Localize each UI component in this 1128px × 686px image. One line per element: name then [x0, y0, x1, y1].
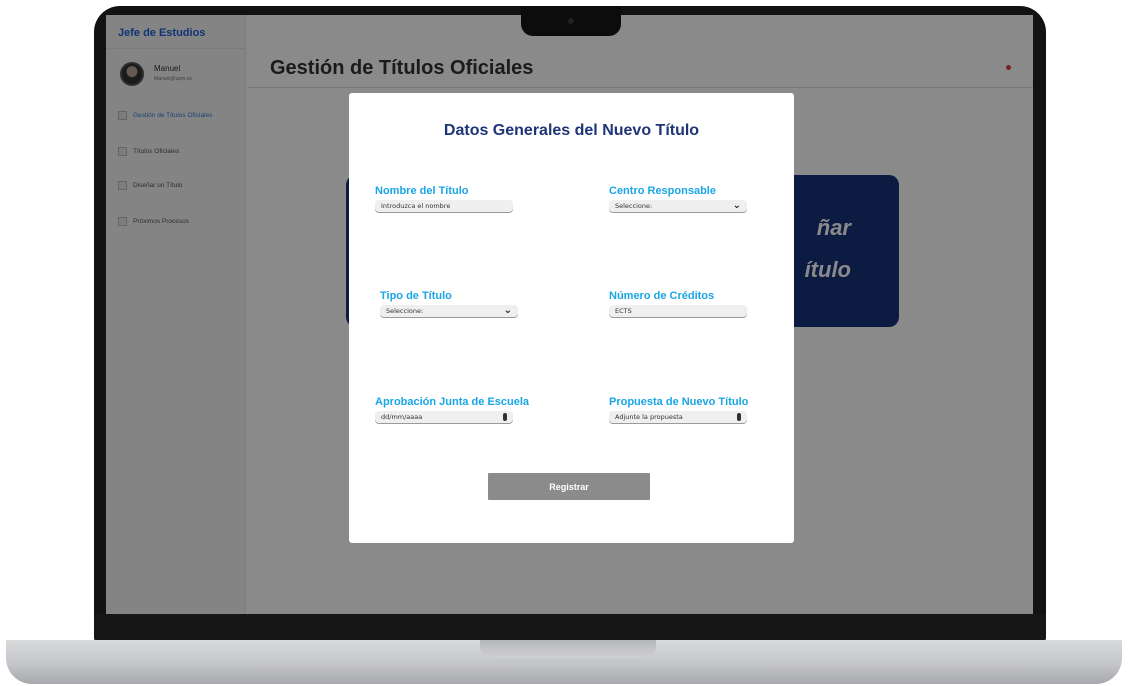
propuesta-placeholder: Adjunte la propuesta: [615, 413, 683, 421]
paperclip-icon[interactable]: [737, 413, 741, 421]
nombre-label: Nombre del Título: [375, 185, 469, 197]
nombre-input[interactable]: Introduzca el nombre: [375, 200, 513, 212]
new-title-modal: Datos Generales del Nuevo Título Nombre …: [349, 93, 794, 543]
register-button[interactable]: Registrar: [488, 473, 650, 500]
creditos-placeholder: ECTS: [615, 307, 632, 315]
modal-title: Datos Generales del Nuevo Título: [443, 122, 700, 139]
aprobacion-placeholder: dd/mm/aaaa: [381, 413, 423, 421]
aprobacion-label: Aprobación Junta de Escuela: [375, 396, 530, 408]
tipo-value: Seleccione:: [386, 307, 424, 315]
propuesta-label: Propuesta de Nuevo Título: [609, 396, 749, 408]
centro-select[interactable]: Seleccione: ⌄: [609, 200, 747, 212]
nombre-placeholder: Introduzca el nombre: [381, 202, 451, 210]
creditos-label: Número de Créditos: [609, 290, 715, 302]
chevron-down-icon: ⌄: [732, 200, 741, 211]
laptop-base-groove: [480, 640, 656, 658]
chevron-down-icon: ⌄: [503, 305, 512, 316]
camera-icon: [568, 18, 574, 24]
screen: Jefe de Estudios Manuel Manuel@upm.es Ge…: [106, 15, 1033, 615]
aprobacion-date-input[interactable]: dd/mm/aaaa: [375, 411, 513, 423]
tipo-label: Tipo de Título: [380, 290, 452, 302]
centro-label: Centro Responsable: [609, 185, 716, 197]
propuesta-file-input[interactable]: Adjunte la propuesta: [609, 411, 747, 423]
camera-notch: [521, 6, 621, 36]
creditos-input[interactable]: ECTS: [609, 305, 747, 317]
paperclip-icon[interactable]: [503, 413, 507, 421]
tipo-select[interactable]: Seleccione: ⌄: [380, 305, 518, 317]
centro-value: Seleccione:: [615, 202, 653, 210]
laptop-chin: [94, 614, 1046, 642]
